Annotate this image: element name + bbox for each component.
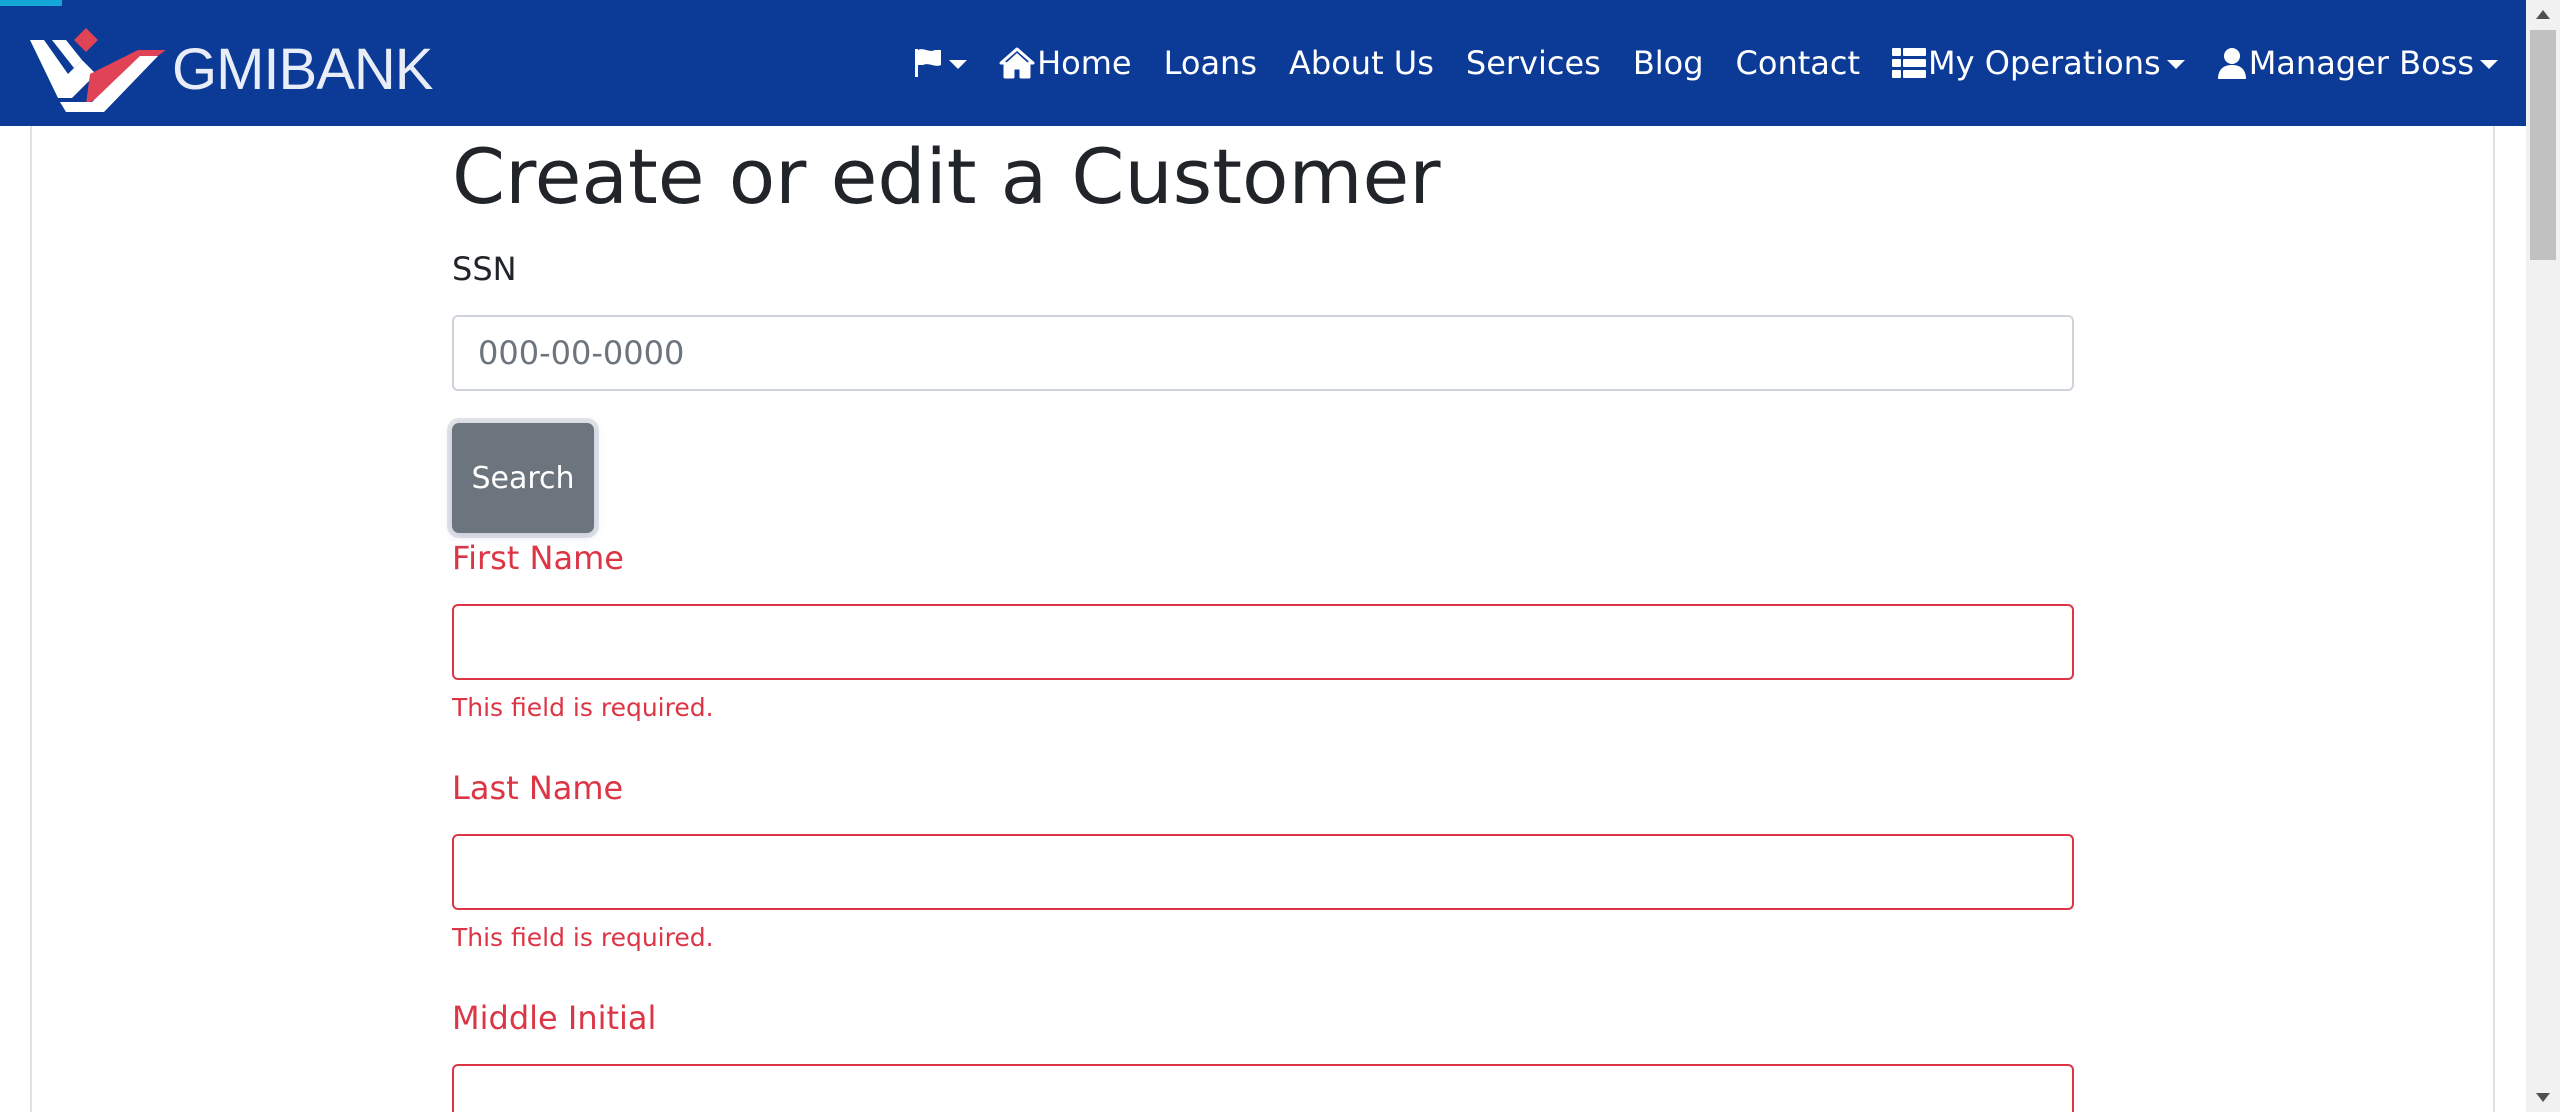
flag-icon (915, 49, 942, 77)
last-name-field[interactable] (452, 834, 2074, 910)
nav-account-dropdown[interactable]: Manager Boss (2201, 0, 2514, 126)
top-navbar: GMIBANK Home Loans About Us Services Blo… (0, 0, 2526, 126)
list-icon (1892, 48, 1927, 78)
logo-icon (30, 28, 166, 112)
nav-about-label: About Us (1289, 44, 1434, 82)
chevron-down-icon (949, 59, 968, 69)
scroll-up-icon[interactable] (2536, 10, 2550, 19)
middle-initial-label: Middle Initial (452, 999, 657, 1037)
nav-menu: Home Loans About Us Services Blog Contac… (897, 0, 2514, 126)
nav-services[interactable]: Services (1450, 0, 1617, 126)
nav-about[interactable]: About Us (1273, 0, 1450, 126)
scroll-down-icon[interactable] (2536, 1093, 2550, 1102)
user-icon (2217, 48, 2246, 79)
ssn-label: SSN (452, 250, 517, 288)
chevron-down-icon (2166, 59, 2185, 69)
nav-home[interactable]: Home (983, 0, 1148, 126)
chevron-down-icon (2480, 59, 2498, 69)
first-name-field[interactable] (452, 604, 2074, 680)
page-title: Create or edit a Customer (452, 132, 1441, 221)
nav-my-operations-label: My Operations (1928, 44, 2161, 82)
nav-contact[interactable]: Contact (1720, 0, 1877, 126)
nav-blog-label: Blog (1632, 44, 1704, 82)
first-name-error: This field is required. (452, 693, 714, 722)
nav-language-dropdown[interactable] (897, 0, 983, 126)
container-border-left (30, 126, 32, 1112)
vertical-scrollbar[interactable] (2526, 0, 2560, 1112)
loading-bar (0, 0, 62, 6)
nav-my-operations-dropdown[interactable]: My Operations (1876, 0, 2201, 126)
last-name-error: This field is required. (452, 923, 714, 952)
middle-initial-field[interactable] (452, 1064, 2074, 1112)
search-button[interactable]: Search (452, 423, 594, 533)
container-border-right (2493, 126, 2495, 1112)
nav-account-label: Manager Boss (2248, 44, 2474, 82)
brand-name: GMIBANK (172, 36, 433, 102)
nav-contact-label: Contact (1735, 44, 1861, 82)
brand-logo[interactable]: GMIBANK (30, 22, 433, 112)
ssn-input[interactable] (452, 315, 2074, 391)
nav-services-label: Services (1465, 44, 1601, 82)
last-name-label: Last Name (452, 769, 624, 807)
nav-blog[interactable]: Blog (1617, 0, 1720, 126)
nav-loans[interactable]: Loans (1148, 0, 1273, 126)
page: GMIBANK Home Loans About Us Services Blo… (0, 0, 2560, 1112)
scrollbar-thumb[interactable] (2530, 30, 2556, 260)
home-icon (999, 47, 1035, 79)
nav-home-label: Home (1037, 44, 1132, 82)
first-name-label: First Name (452, 539, 624, 577)
nav-loans-label: Loans (1163, 44, 1257, 82)
